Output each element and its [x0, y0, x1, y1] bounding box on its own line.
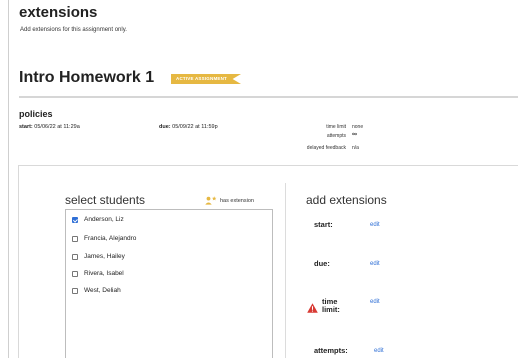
extension-due-label: due:	[314, 259, 330, 268]
policy-due: due: 05/09/22 at 11:59p	[159, 124, 218, 130]
time-limit-value: none	[352, 124, 364, 130]
delayed-feedback-value: n/a	[352, 145, 359, 151]
edit-attempts-link[interactable]: edit	[374, 348, 384, 354]
attempts-value: ∞	[352, 131, 357, 138]
page-title: extensions	[19, 4, 98, 21]
student-name: West, Deliah	[84, 287, 121, 294]
active-assignment-badge: ACTIVE ASSIGNMENT	[171, 74, 241, 84]
person-star-icon	[205, 196, 217, 205]
edit-start-link[interactable]: edit	[370, 222, 380, 228]
student-item[interactable]: West, Deliah	[72, 287, 121, 294]
extensions-page: extensions Add extensions for this assig…	[8, 0, 518, 358]
extension-start-label: start:	[314, 220, 333, 229]
add-extensions-title: add extensions	[306, 193, 387, 207]
student-checkbox[interactable]	[72, 287, 78, 294]
student-checkbox[interactable]	[72, 253, 78, 260]
student-checkbox[interactable]	[72, 235, 78, 242]
has-extension-label: has extension	[220, 197, 254, 204]
student-list[interactable]: Anderson, Liz Francia, Alejandro James, …	[65, 209, 273, 358]
policy-due-label: due:	[159, 124, 171, 130]
edit-time-limit-link[interactable]: edit	[370, 299, 380, 305]
assignment-title: Intro Homework 1	[19, 69, 155, 86]
attempts-label: attempts	[326, 133, 346, 139]
student-item[interactable]: James, Hailey	[72, 253, 125, 260]
column-divider	[285, 183, 286, 358]
has-extension-legend: has extension	[205, 196, 254, 205]
policy-due-value: 05/09/22 at 11:59p	[172, 124, 218, 130]
select-students-title: select students	[65, 193, 146, 207]
page-subtitle: Add extensions for this assignment only.	[20, 27, 127, 33]
student-item[interactable]: Francia, Alejandro	[72, 235, 136, 242]
student-name: Francia, Alejandro	[84, 235, 137, 242]
delayed-feedback-label: delayed feedback	[306, 145, 346, 151]
time-limit-label: time limit	[326, 124, 346, 130]
policy-start: start: 05/06/22 at 11:29a	[19, 124, 80, 130]
student-name: James, Hailey	[84, 253, 125, 260]
student-checkbox[interactable]	[72, 216, 78, 223]
time-label-line-2: limit:	[322, 305, 340, 314]
edit-due-link[interactable]: edit	[370, 261, 380, 267]
student-item[interactable]: Rivera, Isabel	[72, 270, 124, 277]
policy-start-label: start:	[19, 124, 33, 130]
student-checkbox[interactable]	[72, 270, 78, 277]
extension-time-limit-label: time limit:	[322, 298, 340, 314]
student-name: Rivera, Isabel	[84, 270, 124, 277]
policies-title: policies	[19, 109, 53, 119]
header-divider	[19, 96, 518, 98]
warning-triangle-icon	[307, 303, 318, 313]
student-item[interactable]: Anderson, Liz	[72, 216, 124, 223]
policy-start-value: 05/06/22 at 11:29a	[34, 124, 80, 130]
extension-attempts-label: attempts:	[314, 346, 348, 355]
student-name: Anderson, Liz	[84, 216, 124, 223]
